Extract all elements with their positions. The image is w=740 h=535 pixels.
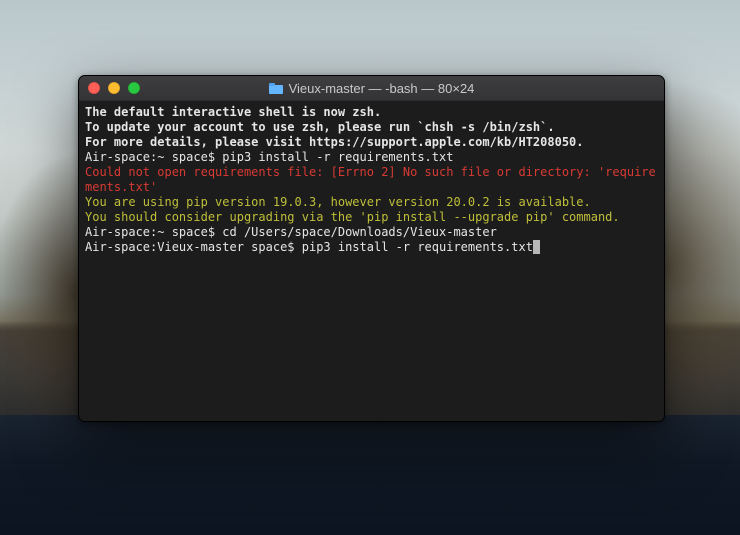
folder-icon xyxy=(269,83,283,94)
terminal-line: You should consider upgrading via the 'p… xyxy=(85,210,658,225)
window-title: Vieux-master — -bash — 80×24 xyxy=(289,81,475,96)
terminal-body[interactable]: The default interactive shell is now zsh… xyxy=(79,101,664,421)
terminal-line: Could not open requirements file: [Errno… xyxy=(85,165,658,195)
minimize-icon[interactable] xyxy=(108,82,120,94)
terminal-line: Air-space:~ space$ pip3 install -r requi… xyxy=(85,150,658,165)
zoom-icon[interactable] xyxy=(128,82,140,94)
terminal-line: The default interactive shell is now zsh… xyxy=(85,105,658,120)
window-controls xyxy=(79,82,140,94)
titlebar[interactable]: Vieux-master — -bash — 80×24 xyxy=(79,76,664,101)
terminal-line: Air-space:Vieux-master space$ pip3 insta… xyxy=(85,240,658,255)
terminal-line: For more details, please visit https://s… xyxy=(85,135,658,150)
desktop-wallpaper: Vieux-master — -bash — 80×24 The default… xyxy=(0,0,740,535)
close-icon[interactable] xyxy=(88,82,100,94)
title-wrap: Vieux-master — -bash — 80×24 xyxy=(79,81,664,96)
terminal-line: Air-space:~ space$ cd /Users/space/Downl… xyxy=(85,225,658,240)
terminal-line: You are using pip version 19.0.3, howeve… xyxy=(85,195,658,210)
cursor-icon xyxy=(533,240,540,254)
terminal-window[interactable]: Vieux-master — -bash — 80×24 The default… xyxy=(78,75,665,422)
terminal-line: To update your account to use zsh, pleas… xyxy=(85,120,658,135)
